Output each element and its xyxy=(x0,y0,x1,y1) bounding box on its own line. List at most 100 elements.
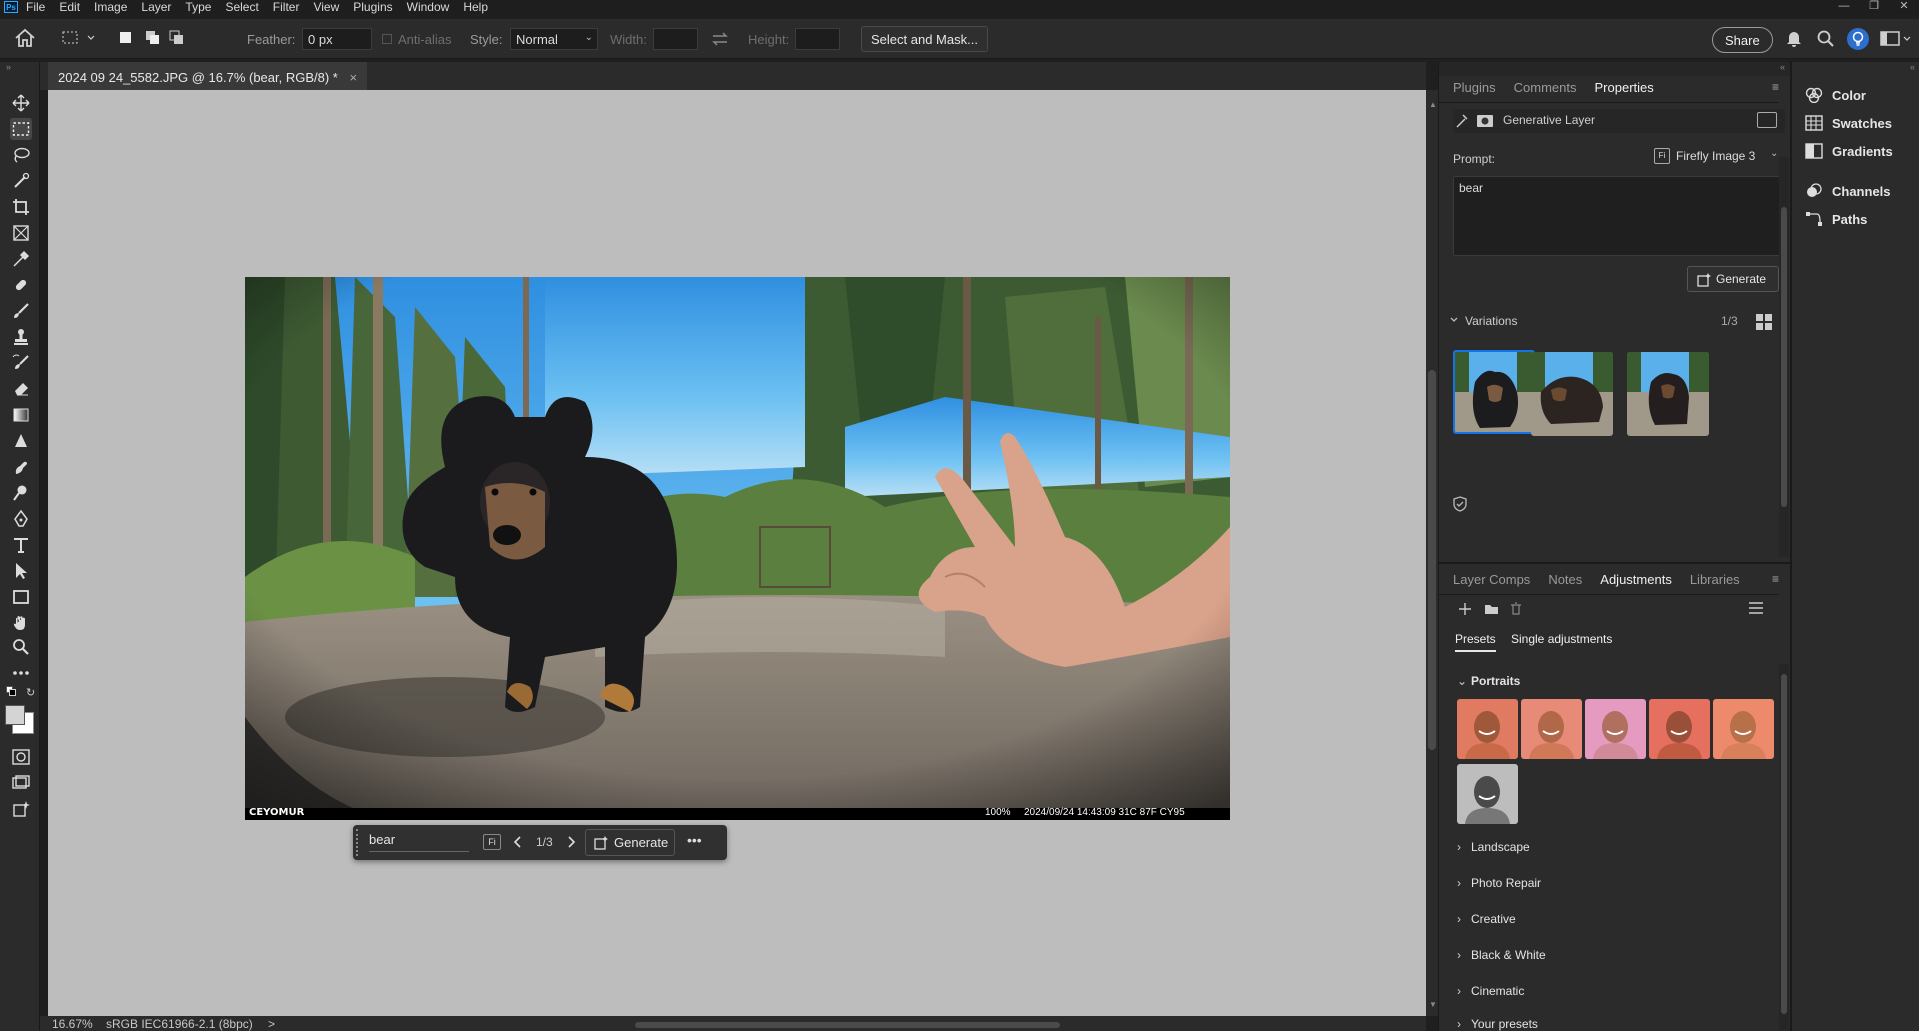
menu-file[interactable]: File xyxy=(26,0,45,14)
adjustments-scrollbar[interactable] xyxy=(1779,664,1789,1030)
frame-tool-icon[interactable] xyxy=(10,222,32,244)
menu-edit[interactable]: Edit xyxy=(59,0,80,14)
pen-tool-icon[interactable] xyxy=(10,508,32,530)
next-variation-icon[interactable] xyxy=(566,834,576,850)
group-landscape[interactable]: › Landscape xyxy=(1457,840,1530,854)
object-selection-tool-icon[interactable] xyxy=(10,170,32,192)
zoom-tool-icon[interactable] xyxy=(10,636,32,658)
generate-panel-button[interactable]: Generate xyxy=(1687,266,1779,292)
prompt-input[interactable]: bear xyxy=(369,830,469,852)
preset-portrait-3[interactable] xyxy=(1585,699,1646,759)
selection-mode-icons[interactable] xyxy=(104,30,194,46)
group-portraits[interactable]: ⌄ Portraits xyxy=(1457,674,1520,688)
properties-scroll-thumb[interactable] xyxy=(1781,207,1787,507)
width-input[interactable] xyxy=(653,28,698,50)
dock-channels[interactable]: Channels xyxy=(1804,180,1891,202)
collapse-icon[interactable]: » xyxy=(6,62,11,72)
properties-scrollbar[interactable] xyxy=(1779,157,1789,557)
lasso-tool-icon[interactable] xyxy=(10,144,32,166)
panel-menu-icon[interactable]: ≡ xyxy=(1772,80,1779,94)
variation-thumbnail-3[interactable] xyxy=(1627,352,1709,436)
group-your-presets[interactable]: › Your presets xyxy=(1457,1017,1538,1031)
history-brush-tool-icon[interactable] xyxy=(10,352,32,374)
more-tools-icon[interactable] xyxy=(10,662,32,684)
rectangular-marquee-tool-icon[interactable] xyxy=(10,118,32,140)
dodge-tool-icon[interactable] xyxy=(10,482,32,504)
menu-select[interactable]: Select xyxy=(225,0,258,14)
group-photo-repair[interactable]: › Photo Repair xyxy=(1457,876,1541,890)
quick-mask-icon[interactable] xyxy=(10,746,32,768)
close-window-icon[interactable]: ✕ xyxy=(1889,0,1919,14)
swap-icon[interactable] xyxy=(711,31,729,47)
scroll-down-icon[interactable]: ▼ xyxy=(1429,1000,1437,1009)
eyedropper-tool-icon[interactable] xyxy=(10,248,32,270)
variation-thumbnail-1[interactable] xyxy=(1453,350,1535,434)
antialias-checkbox[interactable] xyxy=(382,34,392,44)
preset-portrait-5[interactable] xyxy=(1713,699,1774,759)
menu-view[interactable]: View xyxy=(313,0,339,14)
tab-single-adjustments[interactable]: Single adjustments xyxy=(1511,632,1612,646)
menu-type[interactable]: Type xyxy=(185,0,211,14)
variation-thumbnail-2[interactable] xyxy=(1531,352,1613,436)
default-colors-icon[interactable] xyxy=(6,686,16,696)
tab-presets[interactable]: Presets xyxy=(1455,632,1496,652)
workspace-icon[interactable] xyxy=(1880,31,1914,47)
hand-tool-icon[interactable] xyxy=(10,612,32,634)
preset-portrait-4[interactable] xyxy=(1649,699,1710,759)
prompt-textarea[interactable]: bear xyxy=(1453,176,1780,256)
style-select[interactable]: Normal ⌄ xyxy=(510,28,598,50)
tab-plugins[interactable]: Plugins xyxy=(1453,80,1496,95)
restore-icon[interactable]: ❐ xyxy=(1859,0,1889,14)
gradient-tool-icon[interactable] xyxy=(10,404,32,426)
home-icon[interactable] xyxy=(14,28,36,48)
menu-filter[interactable]: Filter xyxy=(273,0,300,14)
brush-tool-icon[interactable] xyxy=(10,300,32,322)
tab-adjustments[interactable]: Adjustments xyxy=(1600,572,1672,587)
zoom-level[interactable]: 16.67% xyxy=(52,1017,93,1031)
variations-chevron-icon[interactable] xyxy=(1449,315,1459,325)
screen-mode-icon[interactable] xyxy=(10,772,32,794)
crop-tool-icon[interactable] xyxy=(10,196,32,218)
discover-lightbulb-icon[interactable] xyxy=(1847,28,1869,50)
sharpen-tool-icon[interactable] xyxy=(10,430,32,452)
preset-portrait-bw[interactable] xyxy=(1457,764,1518,824)
search-icon[interactable] xyxy=(1817,30,1835,48)
previous-variation-icon[interactable] xyxy=(513,834,523,850)
group-black-white[interactable]: › Black & White xyxy=(1457,948,1546,962)
smudge-tool-icon[interactable] xyxy=(10,456,32,478)
share-button[interactable]: Share xyxy=(1712,27,1773,53)
dock-swatches[interactable]: Swatches xyxy=(1804,112,1892,134)
move-tool-icon[interactable] xyxy=(10,92,32,114)
menu-window[interactable]: Window xyxy=(407,0,450,14)
swap-colors-icon[interactable]: ↻ xyxy=(26,686,35,699)
menu-plugins[interactable]: Plugins xyxy=(353,0,392,14)
convert-layer-icon[interactable] xyxy=(1757,112,1777,128)
status-menu-arrow[interactable]: > xyxy=(268,1017,275,1031)
path-selection-tool-icon[interactable] xyxy=(10,560,32,582)
canvas-vertical-scrollbar[interactable]: ▲ ▼ xyxy=(1426,90,1438,1016)
tab-properties[interactable]: Properties xyxy=(1595,80,1654,95)
eraser-tool-icon[interactable] xyxy=(10,378,32,400)
adjustments-scroll-thumb[interactable] xyxy=(1781,674,1787,1014)
menu-layer[interactable]: Layer xyxy=(141,0,171,14)
expand-dock-icon[interactable]: « xyxy=(1910,62,1915,72)
content-credentials-icon[interactable] xyxy=(1453,496,1467,512)
drag-handle-icon[interactable] xyxy=(356,829,361,856)
document-image[interactable]: CEYOMUR 100% 2024/09/24 14:43:09 31C 87F… xyxy=(245,277,1230,820)
tab-comments[interactable]: Comments xyxy=(1514,80,1577,95)
adjustments-menu-icon[interactable]: ≡ xyxy=(1772,572,1779,586)
tab-layer-comps[interactable]: Layer Comps xyxy=(1453,572,1530,587)
clone-stamp-tool-icon[interactable] xyxy=(10,326,32,348)
marquee-preset-icon[interactable] xyxy=(62,30,96,46)
group-cinematic[interactable]: › Cinematic xyxy=(1457,984,1524,998)
scroll-up-icon[interactable]: ▲ xyxy=(1429,100,1437,109)
more-options-icon[interactable]: ••• xyxy=(687,832,702,848)
dock-paths[interactable]: Paths xyxy=(1804,208,1867,230)
spot-healing-tool-icon[interactable] xyxy=(10,274,32,296)
rectangle-tool-icon[interactable] xyxy=(10,586,32,608)
foreground-color-swatch[interactable] xyxy=(5,705,25,725)
model-select[interactable]: Fi Firefly Image 3 ⌄ xyxy=(1654,146,1778,168)
menu-help[interactable]: Help xyxy=(463,0,488,14)
preset-portrait-1[interactable] xyxy=(1457,699,1518,759)
close-tab-icon[interactable]: × xyxy=(350,70,358,85)
